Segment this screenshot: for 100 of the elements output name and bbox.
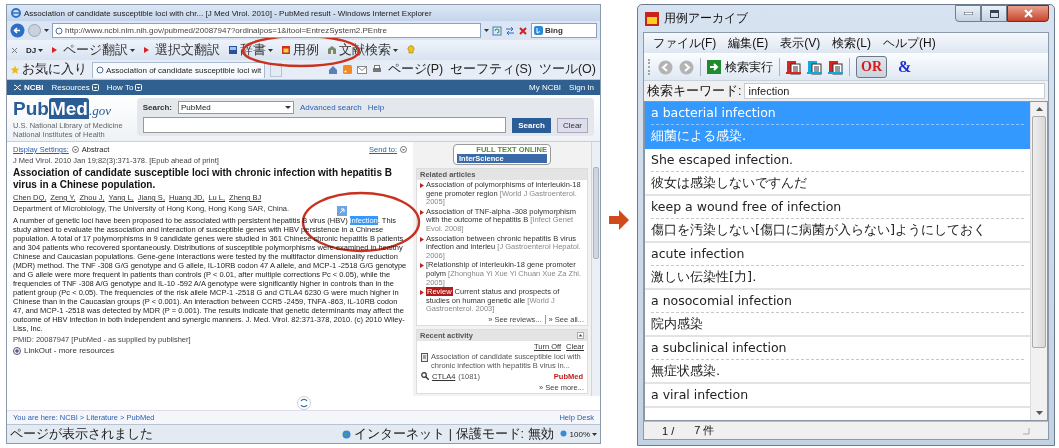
right-arrow-icon [609, 210, 629, 230]
close-icon [1023, 9, 1033, 18]
address-field[interactable]: http://www.ncbi.nlm.nih.gov/pubmed/20087947?ordinalpos=1&itool=EntrezSystem2.PEntre [52, 23, 481, 38]
result-item[interactable]: acute infection 激しい伝染性[力]. [645, 243, 1030, 290]
menu-item[interactable]: 検索(L) [827, 34, 876, 52]
copy-icon[interactable] [786, 59, 801, 75]
linkout-link[interactable]: LinkOut - more resources [24, 346, 115, 355]
search-link[interactable]: Advanced search [300, 103, 362, 112]
english-text: a subclinical infection [651, 339, 788, 357]
result-item[interactable]: a nosocomial infection 院内感染 [645, 290, 1030, 337]
back-button[interactable] [10, 23, 25, 38]
caret-icon [91, 84, 99, 91]
collapse-icon[interactable] [577, 331, 584, 339]
close-button[interactable] [1007, 5, 1049, 22]
minimize-button[interactable] [955, 5, 981, 22]
expand-icon[interactable] [13, 346, 21, 355]
scroll-up-icon [1035, 107, 1043, 111]
menu-item[interactable]: ヘルプ(H) [878, 34, 941, 52]
search-provider-label: Bing [545, 26, 563, 35]
nav-menu[interactable]: Resources [51, 83, 99, 92]
bullet-icon [420, 183, 424, 188]
account-link[interactable]: Sign In [569, 83, 594, 92]
bullet-icon [420, 209, 424, 215]
toggle-button[interactable]: OR [856, 56, 887, 78]
ncbi-link[interactable]: NCBI [13, 83, 44, 92]
stop-icon[interactable] [518, 25, 528, 36]
english-text: acute infection [651, 245, 746, 263]
japanese-text: 激しい伝染性[力]. [651, 265, 1024, 288]
toolbar-button[interactable]: 選択文翻訳 [143, 41, 221, 59]
book-icon [228, 45, 239, 55]
arrow-icon [707, 60, 721, 74]
search-link[interactable]: Help [367, 103, 385, 112]
dropdown-icon[interactable] [400, 146, 407, 153]
copy-icon[interactable] [828, 59, 843, 75]
toggle-button[interactable]: & [893, 56, 917, 78]
search-input[interactable] [142, 117, 507, 133]
feed-icon[interactable] [342, 65, 352, 74]
printer-icon[interactable] [371, 65, 382, 74]
bullet-icon [420, 263, 424, 269]
japanese-text: 彼女は感染しないですんだ [651, 171, 1024, 194]
search-label: Search: [142, 103, 172, 112]
window-title: Association of candidate susceptible loci with chr... [J Med Virol. 2010] - PubMed result - Windows Internet Explorer [24, 8, 432, 18]
database-dropdown[interactable]: PubMed [178, 101, 294, 114]
account-link[interactable]: My NCBI [529, 83, 562, 92]
window-title: 用例アーカイブ [664, 10, 748, 27]
toolbar-button[interactable]: ページ翻訳 [51, 41, 136, 59]
scroll-thumb[interactable] [1032, 116, 1046, 348]
search-field[interactable]: Bing [531, 23, 597, 38]
scroll-thumb[interactable] [593, 167, 599, 259]
english-text: She escaped infection. [651, 151, 795, 169]
clear-button[interactable]: Clear [556, 117, 588, 133]
nav-menu[interactable]: How To [106, 83, 143, 92]
english-text: a viral infection [651, 386, 750, 404]
refresh-icon[interactable] [296, 396, 311, 410]
bullet-icon [420, 290, 424, 296]
result-item[interactable]: She escaped infection. 彼女は感染しないですんだ [645, 149, 1030, 196]
scrollbar[interactable] [591, 142, 600, 396]
english-text: keep a wound free of infection [651, 198, 843, 216]
mail-icon[interactable] [356, 65, 367, 74]
japanese-text: 無症状感染. [651, 359, 1024, 382]
keyword-field[interactable]: infection [744, 83, 1045, 99]
dropdown-icon[interactable] [71, 146, 79, 153]
command-menu[interactable]: ツール(O) [537, 61, 597, 78]
status-text: ページが表示されました [10, 425, 153, 443]
scroll-down-icon [1035, 411, 1043, 415]
caret-icon[interactable] [44, 28, 49, 33]
result-item[interactable]: a viral infection [645, 384, 1030, 408]
globe-icon [342, 429, 352, 439]
security-zone: インターネット | 保護モード: 無効 [342, 425, 554, 443]
scrollbar[interactable] [1030, 102, 1047, 420]
favorites-button[interactable]: お気に入り [10, 61, 87, 78]
caret-icon [130, 47, 136, 53]
browser-icon [11, 8, 21, 18]
result-item[interactable]: a subclinical infection 無症状感染. [645, 337, 1030, 384]
search-run-button[interactable]: 検索実行 [707, 58, 773, 76]
app-icon [645, 11, 659, 26]
maximize-button[interactable] [981, 5, 1007, 22]
close-icon[interactable] [11, 46, 18, 54]
help-icon[interactable] [406, 45, 417, 55]
menu-item[interactable]: ファイル(F) [648, 34, 722, 52]
copy-icon[interactable] [807, 59, 822, 75]
command-menu[interactable]: セーフティ(S) [449, 61, 533, 78]
home-icon[interactable] [327, 64, 338, 75]
zoom-button[interactable]: 100% [559, 429, 597, 439]
swap-arrows-icon[interactable] [505, 25, 515, 36]
count-text: 7 件 [694, 423, 715, 438]
menu-item[interactable]: 表示(V) [775, 34, 826, 52]
zoom-icon [559, 430, 568, 438]
menu-item[interactable]: 編集(E) [723, 34, 774, 52]
popup-icon[interactable] [336, 206, 347, 216]
toolbar-button[interactable]: 用例 [281, 41, 320, 59]
caret-icon[interactable] [484, 28, 489, 33]
search-button[interactable]: Search [512, 117, 551, 133]
command-menu[interactable]: ページ(P) [386, 61, 445, 78]
browser-tab[interactable]: Association of candidate susceptible loci wit [92, 61, 266, 78]
japanese-text: 細菌による感染. [651, 124, 1024, 147]
japanese-text: 院内感染 [651, 312, 1024, 335]
toolbar-button[interactable]: DJ [26, 41, 44, 59]
result-item[interactable]: keep a wound free of infection 傷口を汚染しない[傷口に病菌が入らない]ようにしておく [645, 196, 1030, 243]
search-provider-icon [534, 26, 543, 35]
